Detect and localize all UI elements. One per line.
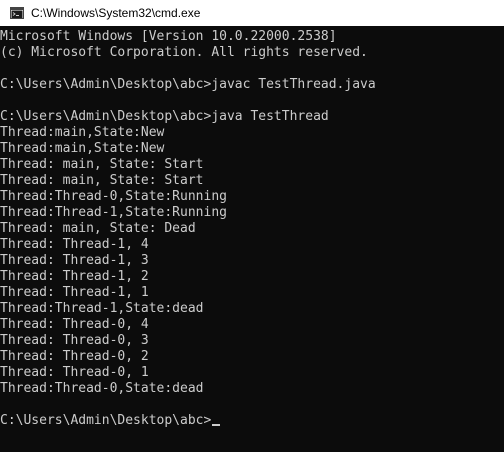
console-line: C:\Users\Admin\Desktop\abc>java TestThre…: [0, 109, 329, 124]
cmd-window: C:\Windows\System32\cmd.exe Microsoft Wi…: [0, 0, 504, 452]
console-line: Thread:Thread-0,State:Running: [0, 189, 227, 204]
console-line: Thread: Thread-0, 3: [0, 333, 149, 348]
console-line: (c) Microsoft Corporation. All rights re…: [0, 45, 368, 60]
console-line: Microsoft Windows [Version 10.0.22000.25…: [0, 29, 337, 44]
cmd-icon: [10, 7, 24, 19]
console-line: Thread:main,State:New: [0, 141, 165, 156]
console-line: Thread: main, State: Start: [0, 173, 204, 188]
command-prompt: C:\Users\Admin\Desktop\abc>: [0, 413, 212, 428]
console-line: Thread: Thread-1, 4: [0, 237, 149, 252]
console-line: Thread: Thread-0, 1: [0, 365, 149, 380]
console-line: Thread: Thread-1, 3: [0, 253, 149, 268]
console-line: C:\Users\Admin\Desktop\abc>javac TestThr…: [0, 77, 376, 92]
title-bar[interactable]: C:\Windows\System32\cmd.exe: [0, 0, 504, 26]
console-line: Thread: Thread-0, 4: [0, 317, 149, 332]
console-line: Thread:Thread-1,State:dead: [0, 301, 204, 316]
console-line: Thread: main, State: Start: [0, 157, 204, 172]
console-line: Thread:main,State:New: [0, 125, 165, 140]
console-line: Thread: main, State: Dead: [0, 221, 196, 236]
text-cursor: [212, 424, 221, 426]
console-line: Thread:Thread-0,State:dead: [0, 381, 204, 396]
console-output[interactable]: Microsoft Windows [Version 10.0.22000.25…: [0, 29, 504, 452]
console-line: Thread: Thread-0, 2: [0, 349, 149, 364]
console-line: Thread: Thread-1, 1: [0, 285, 149, 300]
command-prompt-line[interactable]: C:\Users\Admin\Desktop\abc>: [0, 413, 504, 429]
window-title: C:\Windows\System32\cmd.exe: [31, 6, 201, 20]
console-line: Thread:Thread-1,State:Running: [0, 205, 227, 220]
console-line: Thread: Thread-1, 2: [0, 269, 149, 284]
